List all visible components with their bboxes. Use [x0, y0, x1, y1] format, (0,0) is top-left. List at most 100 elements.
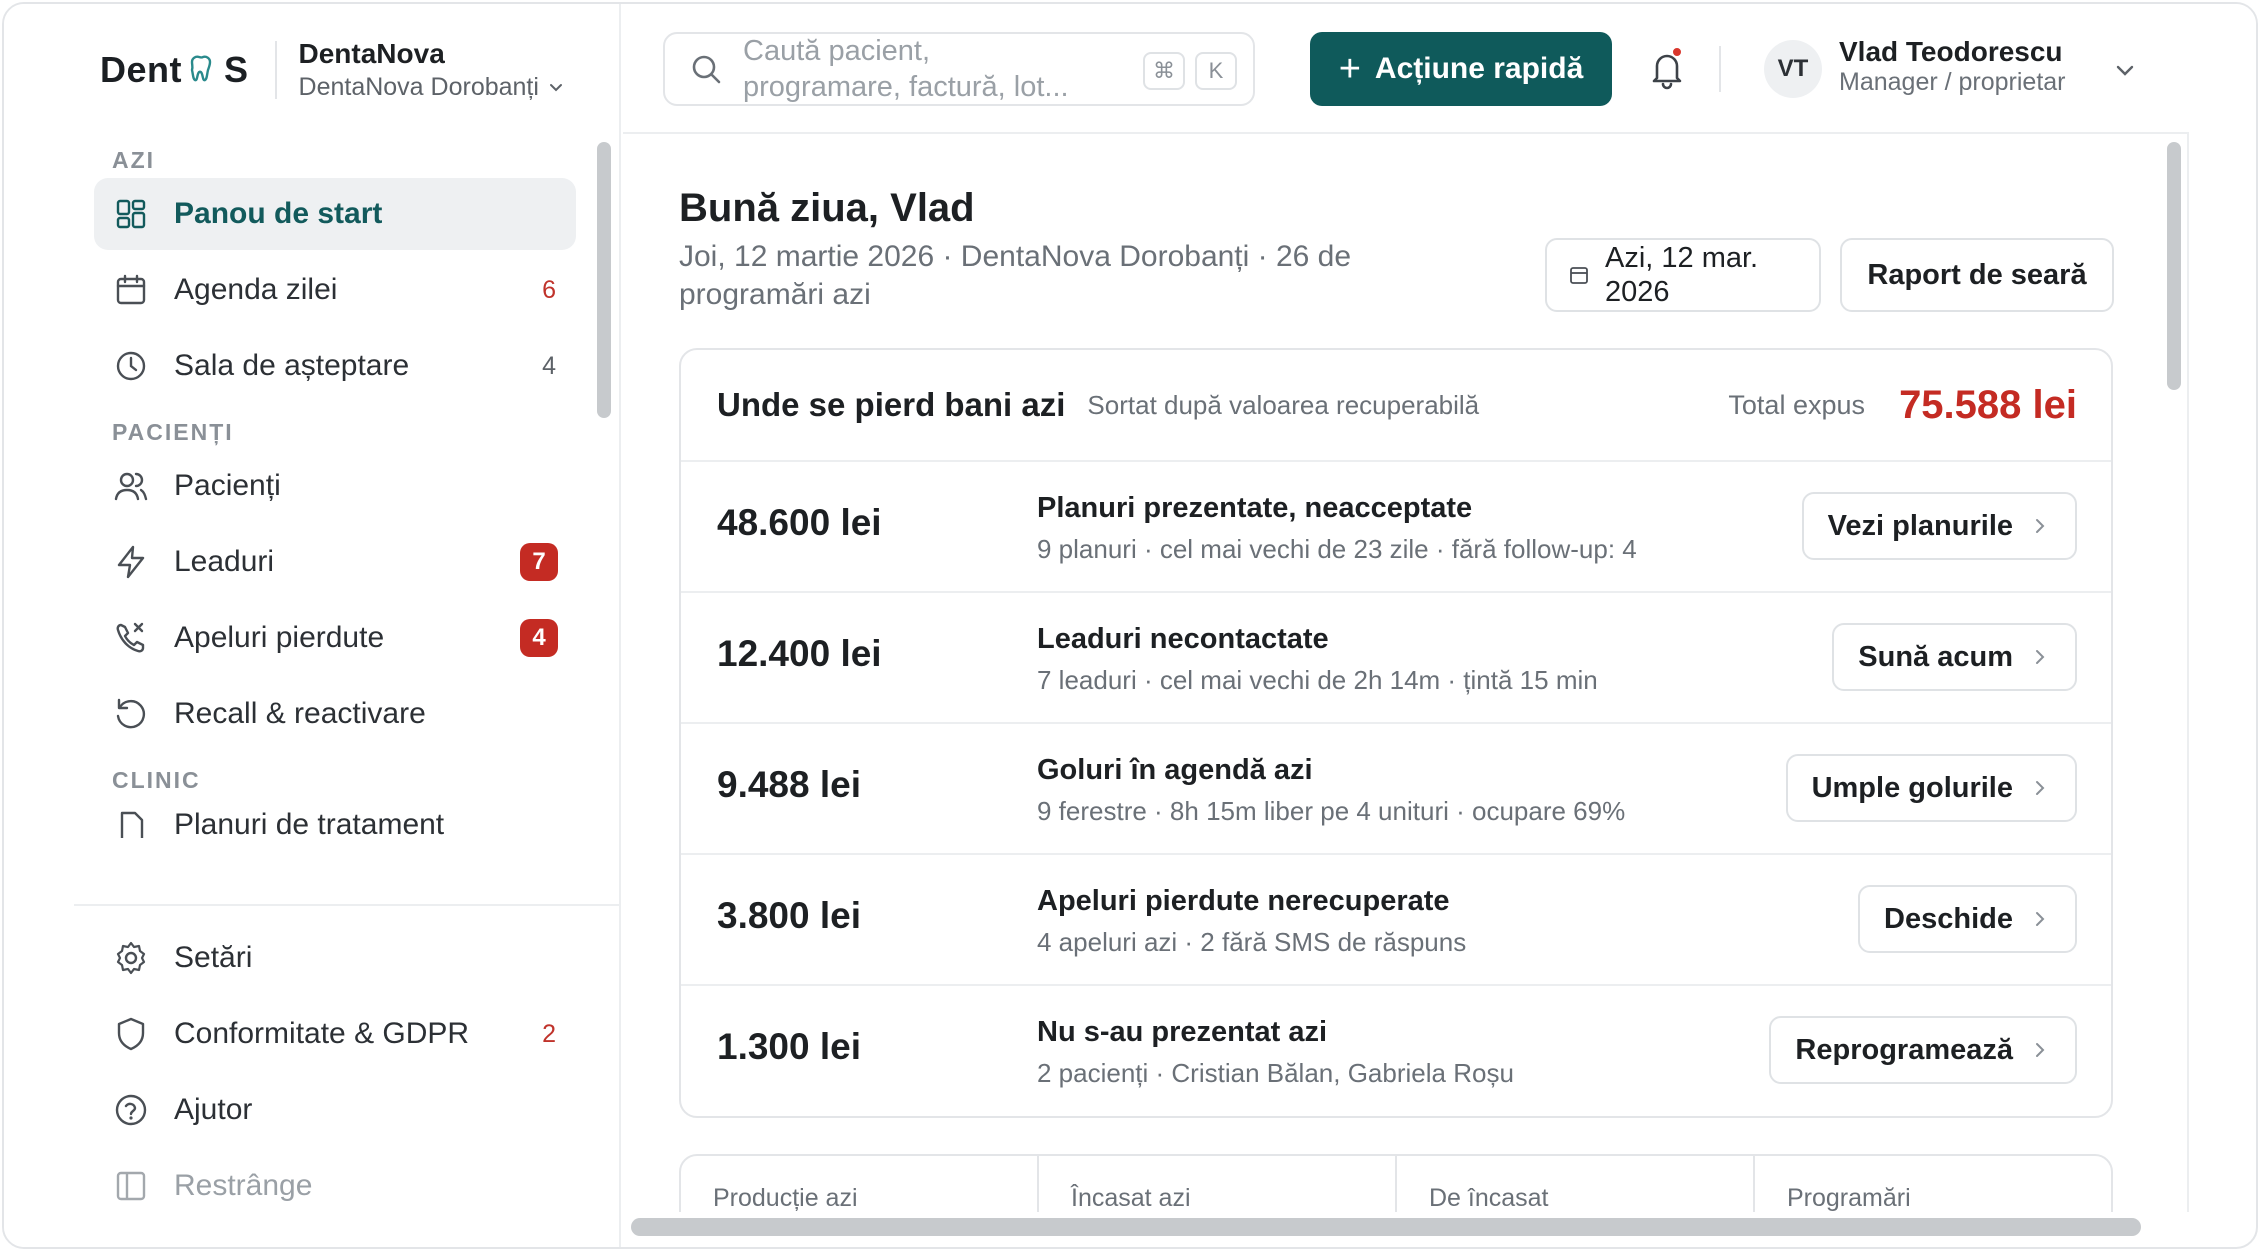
chevron-right-icon — [2036, 650, 2045, 664]
call-now-button[interactable]: Sună acum — [1832, 623, 2077, 691]
tooth-logo-icon — [190, 55, 212, 82]
sidebar-item-compliance[interactable]: Conformitate & GDPR 2 — [94, 998, 576, 1070]
loss-detail: 4 apeluri azi · 2 fără SMS de răspuns — [1037, 927, 1467, 957]
sidebar: Dent S DentaNova DentaNova Dorobanți AZI… — [4, 4, 621, 1247]
user-name[interactable]: Vlad Teodorescu — [1839, 36, 2063, 68]
view-plans-button[interactable]: Vezi planurile — [1801, 492, 2077, 560]
sidebar-item-label: Panou de start — [174, 197, 383, 230]
chevron-right-icon — [2036, 1043, 2045, 1057]
dashboard-icon — [112, 195, 150, 233]
fill-gaps-button[interactable]: Umple golurile — [1785, 754, 2077, 822]
sidebar-item-treatment-plans[interactable]: Planuri de tratament — [94, 798, 576, 838]
sidebar-item-label: Sala de așteptare — [174, 349, 410, 382]
loss-amount: 3.800 lei — [717, 895, 862, 936]
clinic-location: DentaNova Dorobanți — [298, 73, 539, 101]
main-content: Bună ziua, Vlad Joi, 12 martie 2026 · De… — [623, 132, 2189, 1212]
stat-production: Producție azi — [681, 1156, 1039, 1212]
top-divider — [1719, 46, 1721, 92]
quick-action-button[interactable]: + Acțiune rapidă — [1310, 32, 1612, 106]
search-placeholder: Caută pacient, programare, factură, lot.… — [743, 35, 1069, 103]
sidebar-item-settings[interactable]: Setări — [94, 922, 576, 994]
chevron-right-icon — [2036, 519, 2045, 533]
sidebar-item-label: Conformitate & GDPR — [174, 1017, 470, 1050]
clock-icon — [112, 347, 150, 385]
loss-row: 48.600 lei Planuri prezentate, neaccepta… — [681, 462, 2111, 593]
sidebar-item-label: Apeluri pierdute — [174, 621, 385, 654]
brand: Dent S DentaNova DentaNova Dorobanți — [100, 38, 565, 102]
loss-amount: 12.400 lei — [717, 633, 882, 674]
bell-icon[interactable] — [1643, 44, 1691, 92]
loss-row: 1.300 lei Nu s-au prezentat azi 2 pacien… — [681, 986, 2111, 1116]
calendar-icon — [112, 271, 150, 309]
loss-row: 9.488 lei Goluri în agendă azi 9 ferestr… — [681, 724, 2111, 855]
sidebar-item-label: Restrânge — [174, 1169, 313, 1202]
shield-icon — [112, 1015, 150, 1053]
sidebar-item-dashboard[interactable]: Panou de start — [94, 178, 576, 250]
reschedule-button[interactable]: Reprogramează — [1769, 1016, 2077, 1084]
stat-collected: Încasat azi — [1039, 1156, 1397, 1212]
sidebar-footer: Setări Conformitate & GDPR 2 Ajutor Rest… — [74, 904, 619, 1247]
search-icon — [692, 55, 721, 84]
user-role: Manager / proprietar — [1839, 68, 2066, 96]
loss-title: Apeluri pierdute nerecuperate — [1037, 885, 1450, 917]
plus-icon: + — [1338, 48, 1361, 90]
compliance-count: 2 — [542, 1019, 556, 1048]
losses-title: Unde se pierd bani azi — [717, 386, 1066, 423]
sidebar-item-label: Leaduri — [174, 545, 275, 578]
bolt-icon — [112, 543, 150, 581]
main-horizontal-scrollbar[interactable] — [631, 1218, 2141, 1236]
sidebar-scrollbar[interactable] — [597, 142, 611, 418]
top-bar: Caută pacient, programare, factură, lot.… — [623, 4, 2256, 132]
refresh-icon — [112, 695, 150, 733]
brand-divider — [274, 41, 277, 99]
losses-card: Unde se pierd bani azi Sortat după valoa… — [679, 348, 2113, 1118]
sidebar-item-waiting-room[interactable]: Sala de așteptare 4 — [94, 330, 576, 402]
loss-detail: 7 leaduri · cel mai vechi de 2h 14m · ți… — [1037, 665, 1598, 695]
users-icon — [112, 467, 150, 505]
gear-icon — [112, 939, 150, 977]
chevron-down-icon[interactable] — [2111, 56, 2139, 84]
chevron-right-icon — [2036, 781, 2045, 795]
stat-appointments: Programări — [1787, 1184, 1911, 1212]
chevron-right-icon — [2036, 912, 2045, 926]
app-window: Dent S DentaNova DentaNova Dorobanți AZI… — [2, 2, 2258, 1249]
search-input[interactable]: Caută pacient, programare, factură, lot.… — [663, 32, 1255, 106]
loss-title: Nu s-au prezentat azi — [1037, 1016, 1328, 1048]
loss-title: Leaduri necontactate — [1037, 623, 1329, 655]
sidebar-item-collapse[interactable]: Restrânge — [94, 1150, 576, 1222]
notification-dot — [1671, 46, 1683, 58]
chevron-down-icon — [549, 84, 562, 92]
loss-row: 3.800 lei Apeluri pierdute nerecuperate … — [681, 855, 2111, 986]
sidebar-item-label: Agenda zilei — [174, 273, 338, 306]
waiting-count: 4 — [542, 351, 556, 380]
sidebar-item-help[interactable]: Ajutor — [94, 1074, 576, 1146]
loss-amount: 9.488 lei — [717, 764, 862, 805]
sidebar-item-recall[interactable]: Recall & reactivare — [94, 678, 576, 750]
sidebar-item-label: Setări — [174, 941, 253, 974]
clinic-switcher[interactable]: DentaNova DentaNova Dorobanți — [299, 37, 565, 103]
evening-report-button[interactable]: Raport de seară — [1840, 238, 2114, 312]
open-button[interactable]: Deschide — [1858, 885, 2077, 953]
sidebar-item-label: Ajutor — [174, 1093, 253, 1126]
app-logo[interactable]: Dent S — [100, 49, 249, 91]
main-vertical-scrollbar[interactable] — [2167, 142, 2181, 390]
page-subtitle: Joi, 12 martie 2026 · DentaNova Dorobanț… — [679, 240, 1352, 311]
sidebar-item-patients[interactable]: Pacienți — [94, 450, 576, 522]
sidebar-collapse-icon — [112, 1167, 150, 1205]
total-exposed-label: Total expus — [1728, 389, 1865, 420]
sidebar-nav: AZI Panou de start Agenda zilei 6 Sala d… — [74, 134, 589, 904]
missed-calls-badge: 4 — [520, 619, 558, 657]
avatar[interactable]: VT — [1764, 40, 1822, 98]
sidebar-item-label: Recall & reactivare — [174, 697, 426, 730]
loss-title: Goluri în agendă azi — [1037, 754, 1313, 786]
calendar-icon — [1570, 267, 1588, 284]
loss-detail: 9 ferestre · 8h 15m liber pe 4 unituri ·… — [1037, 796, 1626, 826]
date-picker-button[interactable]: Azi, 12 mar. 2026 — [1545, 238, 1821, 312]
leads-badge: 7 — [520, 543, 558, 581]
sidebar-item-label: Planuri de tratament — [174, 808, 445, 838]
kbd-cmd: ⌘ — [1143, 52, 1185, 90]
sidebar-item-leads[interactable]: Leaduri 7 — [94, 526, 576, 598]
agenda-count: 6 — [542, 275, 556, 304]
sidebar-item-agenda[interactable]: Agenda zilei 6 — [94, 254, 576, 326]
sidebar-item-missed-calls[interactable]: Apeluri pierdute 4 — [94, 602, 576, 674]
